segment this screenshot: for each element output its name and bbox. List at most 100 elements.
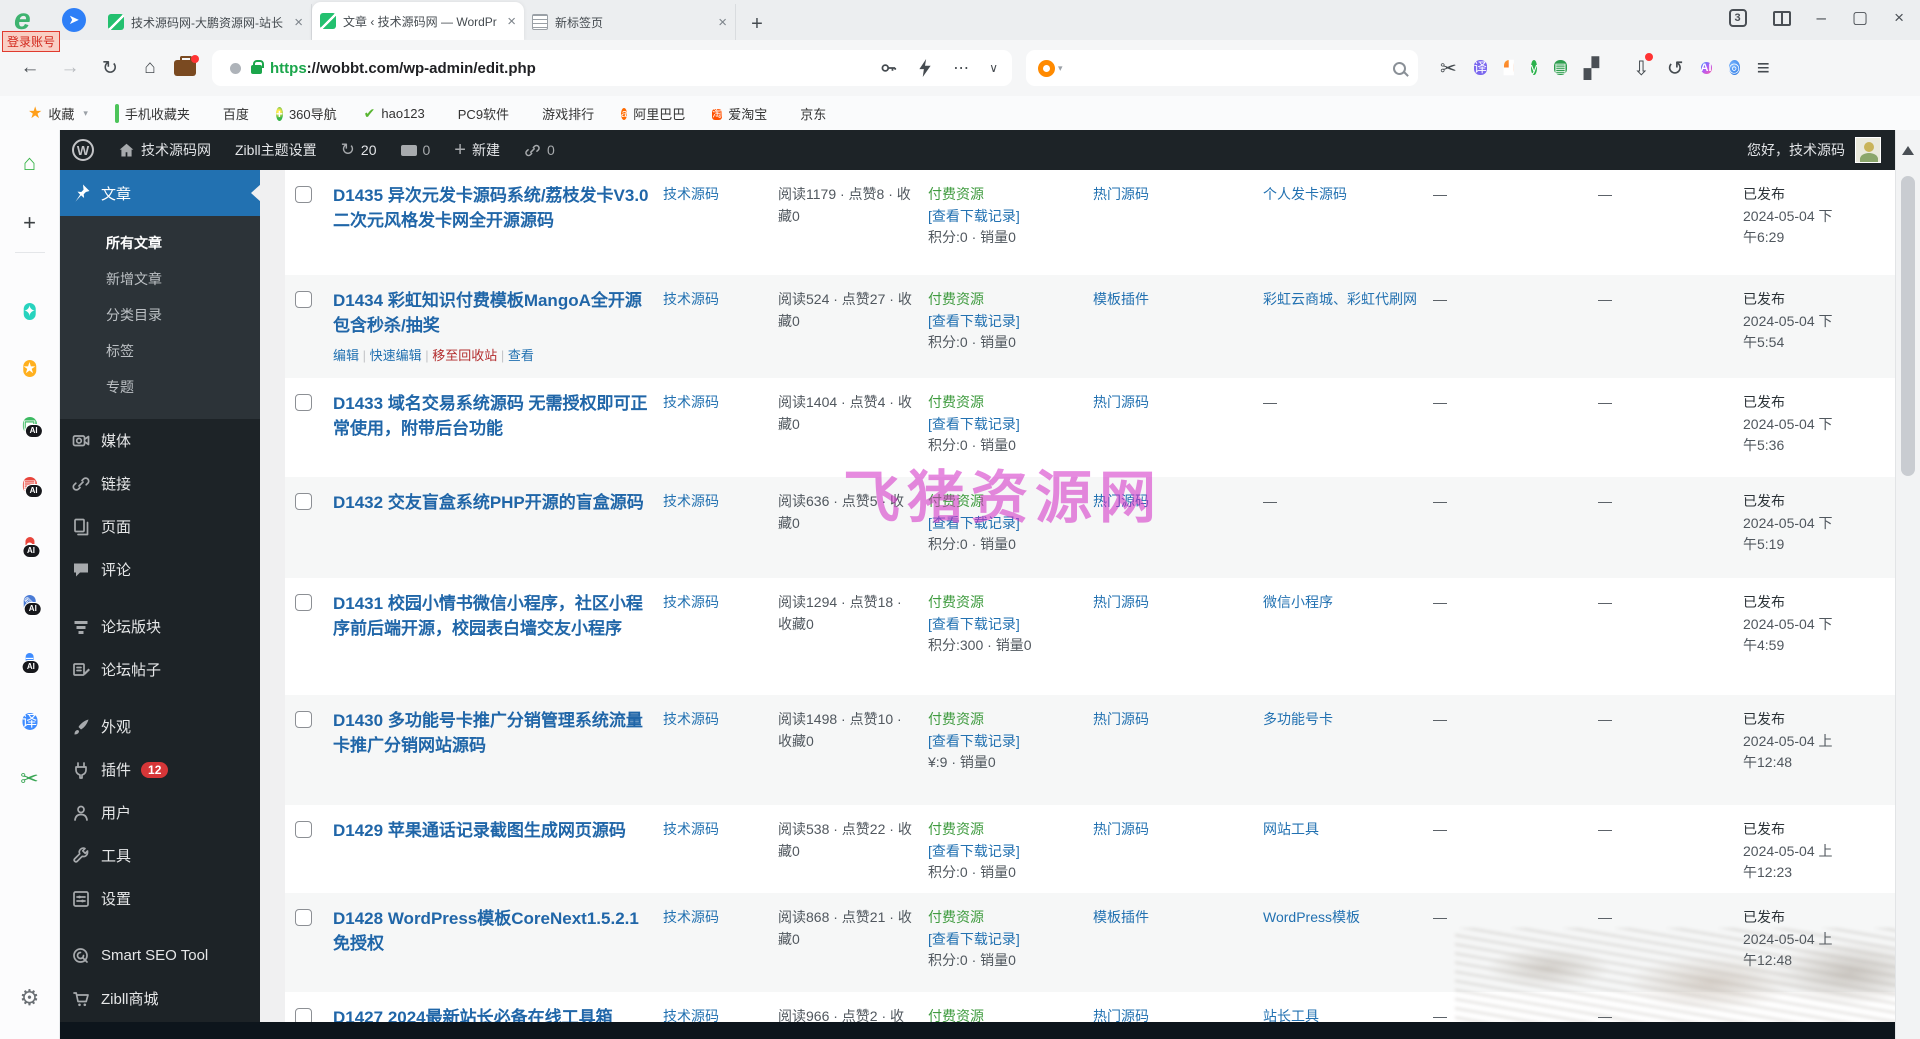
browser-tab[interactable]: 技术源码网-大鹏资源网-站长 × — [100, 4, 312, 40]
back-icon[interactable]: ← — [10, 57, 50, 79]
category-link[interactable]: 热门源码 — [1093, 592, 1149, 614]
games-icon[interactable]: ▟ — [1504, 56, 1514, 80]
bookmark-item[interactable]: 游戏排行 — [536, 104, 594, 123]
sidebar-item-论坛帖子[interactable]: 论坛帖子 — [60, 648, 260, 691]
gift-icon[interactable] — [1773, 11, 1791, 26]
row-checkbox[interactable] — [295, 186, 312, 203]
ai-note-icon[interactable]: ✎AI — [23, 588, 36, 620]
dropdown-chevron-icon[interactable]: ∨ — [989, 61, 998, 75]
category-link[interactable]: 热门源码 — [1093, 184, 1149, 206]
undo-icon[interactable]: ↺ — [1667, 56, 1684, 81]
favorites-star-icon[interactable]: ★ — [23, 353, 36, 385]
bookmark-item[interactable]: PC9软件 — [452, 104, 509, 123]
category-link[interactable]: 模板插件 — [1093, 289, 1149, 311]
ai-assistant-icon[interactable]: AI — [1701, 56, 1712, 80]
post-title-link[interactable]: D1428 WordPress模板CoreNext1.5.2.1免授权 — [333, 907, 651, 956]
sync-logo-icon[interactable]: ◎ — [1729, 56, 1740, 80]
download-records-link[interactable]: [查看下载记录] — [928, 614, 1020, 636]
workspace-icon[interactable] — [174, 60, 196, 76]
y-extension-icon[interactable]: y — [1531, 56, 1538, 80]
account-menu[interactable]: 您好，技术源码 — [1747, 137, 1895, 163]
bookmark-item[interactable]: a阿里巴巴 — [621, 104, 685, 123]
translate-bubble-icon[interactable]: 译 — [22, 706, 37, 738]
browser-tab[interactable]: 文章 ‹ 技术源码网 — WordPr × — [312, 2, 524, 40]
add-icon[interactable]: + — [23, 210, 36, 236]
bookmark-item[interactable]: ★收藏▾ — [28, 103, 88, 123]
ai-image-icon[interactable]: ▣AI — [22, 410, 36, 442]
site-info-icon[interactable] — [230, 63, 241, 74]
tab-close-icon[interactable]: × — [507, 13, 516, 30]
author-link[interactable]: 技术源码 — [663, 289, 719, 311]
post-title-link[interactable]: D1429 苹果通话记录截图生成网页源码 — [333, 819, 651, 844]
category-link[interactable]: 热门源码 — [1093, 1006, 1149, 1022]
author-link[interactable]: 技术源码 — [663, 392, 719, 414]
category-link[interactable]: 热门源码 — [1093, 491, 1149, 513]
reader-book-icon[interactable]: ▤ — [1554, 56, 1566, 80]
author-link[interactable]: 技术源码 — [663, 1006, 719, 1022]
download-records-link[interactable]: [查看下载记录] — [928, 311, 1020, 333]
bookmark-item[interactable]: 百度 — [217, 104, 249, 123]
download-records-link[interactable]: [查看下载记录] — [928, 414, 1020, 436]
sidebar-item-Smart SEO Tool[interactable]: Smart SEO Tool — [60, 934, 260, 977]
category-link[interactable]: 热门源码 — [1093, 709, 1149, 731]
tags-link[interactable]: 个人发卡源码 — [1263, 184, 1347, 206]
comments-menu[interactable]: 0 — [389, 130, 443, 170]
row-action-link[interactable]: 查看 — [508, 348, 534, 363]
tags-link[interactable]: WordPress模板 — [1263, 907, 1360, 929]
search-engine-icon[interactable] — [1038, 60, 1055, 77]
sidebar-item-页面[interactable]: 页面 — [60, 505, 260, 548]
new-content-menu[interactable]: +新建 — [442, 130, 512, 170]
theme-settings-menu[interactable]: Zibll主题设置 — [223, 130, 329, 170]
row-checkbox[interactable] — [295, 1008, 312, 1022]
sidebar-item-工具[interactable]: 工具 — [60, 834, 260, 877]
scrollbar-up-icon[interactable] — [1902, 140, 1914, 155]
post-title-link[interactable]: D1431 校园小情书微信小程序，社区小程序前后端开源，校园表白墙交友小程序 — [333, 592, 651, 641]
ai-search-icon[interactable]: ✦ — [23, 296, 36, 328]
bookmark-item[interactable]: +360导航 — [276, 104, 337, 123]
bookmark-item[interactable]: 手机收藏夹 — [115, 104, 190, 123]
minimize-button[interactable]: – — [1817, 8, 1826, 28]
bookmark-item[interactable]: ✔hao123 — [364, 105, 425, 122]
scrollbar-thumb[interactable] — [1901, 176, 1915, 476]
sidebar-item-链接[interactable]: 链接 — [60, 462, 260, 505]
sidebar-item-媒体[interactable]: 媒体 — [60, 419, 260, 462]
close-button[interactable]: × — [1894, 8, 1904, 28]
author-link[interactable]: 技术源码 — [663, 184, 719, 206]
post-title-link[interactable]: D1430 多功能号卡推广分销管理系统流量卡推广分销网站源码 — [333, 709, 651, 758]
tab-close-icon[interactable]: × — [718, 14, 727, 31]
ai-recorder-icon[interactable]: ●AI — [25, 530, 34, 562]
tab-count-box[interactable]: 3 — [1729, 9, 1747, 27]
browser-tab[interactable]: 新标签页 × — [524, 4, 736, 40]
sidebar-subitem-新增文章[interactable]: 新增文章 — [60, 261, 260, 297]
category-link[interactable]: 热门源码 — [1093, 819, 1149, 841]
sidebar-item-插件[interactable]: 插件12 — [60, 748, 260, 791]
ai-pdf-icon[interactable]: ▤AI — [22, 470, 36, 502]
row-checkbox[interactable] — [295, 493, 312, 510]
tags-link[interactable]: 站长工具 — [1263, 1006, 1319, 1022]
tags-link[interactable]: 彩虹云商城、彩虹代刷网 — [1263, 289, 1417, 311]
settings-gear-icon[interactable]: ⚙ — [20, 985, 40, 1011]
download-icon[interactable]: ⇩ — [1633, 56, 1650, 81]
quick-share-icon[interactable]: ➤ — [62, 8, 86, 32]
author-link[interactable]: 技术源码 — [663, 592, 719, 614]
row-checkbox[interactable] — [295, 909, 312, 926]
search-box[interactable]: ▾ — [1026, 50, 1418, 86]
row-action-link[interactable]: 快速编辑 — [370, 348, 422, 363]
home-icon[interactable]: ⌂ — [130, 57, 170, 79]
site-name-menu[interactable]: 技术源码网 — [106, 130, 223, 170]
row-action-link[interactable]: 移至回收站 — [432, 348, 497, 363]
category-link[interactable]: 模板插件 — [1093, 907, 1149, 929]
bookmark-item[interactable]: 淘爱淘宝 — [712, 104, 767, 123]
bookmark-item[interactable]: 京东 — [794, 104, 826, 123]
sidebar-item-Zibll商城[interactable]: Zibll商城 — [60, 977, 260, 1020]
download-records-link[interactable]: [查看下载记录] — [928, 841, 1020, 863]
more-icon[interactable]: ⋯ — [953, 58, 969, 78]
author-link[interactable]: 技术源码 — [663, 819, 719, 841]
home-icon[interactable]: ⌂ — [23, 150, 36, 176]
extensions-puzzle-icon[interactable]: ▞ — [1584, 56, 1599, 81]
sidebar-item-论坛版块[interactable]: 论坛版块 — [60, 605, 260, 648]
tags-link[interactable]: 多功能号卡 — [1263, 709, 1333, 731]
sidebar-item-用户[interactable]: 用户 — [60, 791, 260, 834]
ai-summary-icon[interactable]: ≡AI — [25, 646, 34, 678]
post-title-link[interactable]: D1427 2024最新站长必备在线工具箱 — [333, 1006, 651, 1022]
